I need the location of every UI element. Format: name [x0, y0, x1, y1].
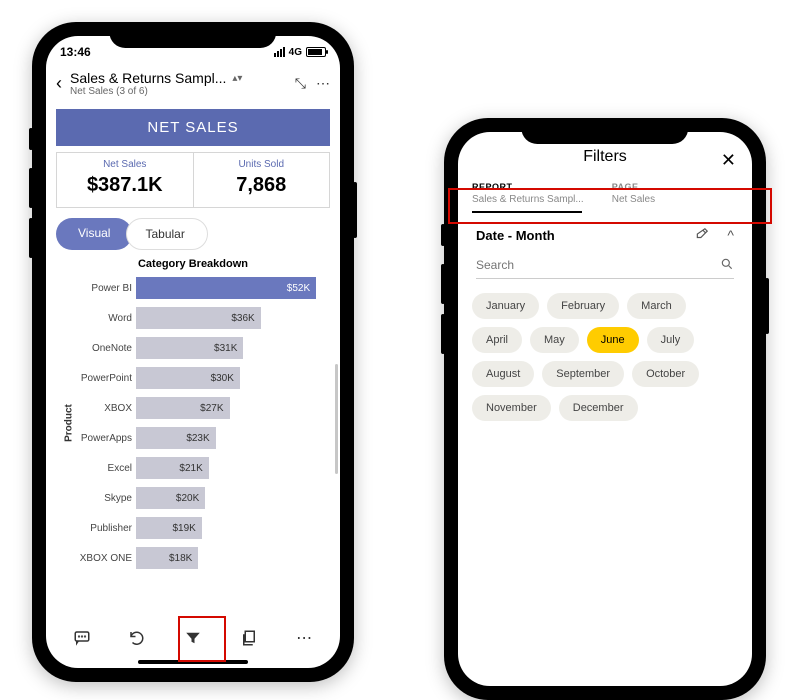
bar-row[interactable]: XBOX ONE $18K — [68, 544, 330, 572]
filter-icon[interactable] — [178, 623, 208, 653]
kpi-panel: Net Sales $387.1K Units Sold 7,868 — [56, 152, 330, 208]
chart-title: Category Breakdown — [46, 258, 340, 270]
bar-category: Power BI — [68, 283, 136, 294]
bar-value: $20K — [176, 493, 199, 504]
toggle-visual[interactable]: Visual — [56, 218, 132, 250]
bottom-toolbar: ⋯ — [46, 616, 340, 660]
app-header: ‹ Sales & Returns Sampl... ▴▾ Net Sales … — [46, 68, 340, 105]
bar-category: Word — [68, 313, 136, 324]
bar-category: PowerApps — [68, 433, 136, 444]
page-subtitle: Net Sales (3 of 6) — [70, 86, 287, 97]
kpi-label: Units Sold — [198, 159, 326, 170]
eraser-icon[interactable] — [695, 227, 709, 244]
bar-row[interactable]: PowerApps $23K — [68, 424, 330, 452]
kpi-net-sales[interactable]: Net Sales $387.1K — [57, 153, 193, 207]
bar-category: XBOX ONE — [68, 553, 136, 564]
bar-value: $36K — [231, 313, 254, 324]
more-icon[interactable]: ⋯ — [316, 75, 330, 92]
bar-value: $30K — [211, 373, 234, 384]
bar-category: PowerPoint — [68, 373, 136, 384]
month-option[interactable]: August — [472, 361, 534, 387]
filter-search[interactable] — [476, 252, 734, 279]
bar-value: $23K — [186, 433, 209, 444]
month-option[interactable]: December — [559, 395, 638, 421]
toggle-tabular[interactable]: Tabular — [126, 218, 207, 250]
kpi-value: 7,868 — [198, 174, 326, 197]
tab-label: PAGE — [612, 182, 655, 192]
month-option[interactable]: October — [632, 361, 699, 387]
net-sales-banner: NET SALES — [56, 109, 330, 146]
tab-value: Net Sales — [612, 194, 655, 205]
home-indicator[interactable] — [138, 660, 248, 664]
bar-row[interactable]: Publisher $19K — [68, 514, 330, 542]
chevron-up-icon[interactable]: ^ — [727, 227, 734, 244]
filters-title: Filters — [583, 148, 627, 166]
status-time: 13:46 — [60, 45, 91, 59]
bar-value: $19K — [172, 523, 195, 534]
tab-page[interactable]: PAGE Net Sales — [612, 182, 655, 205]
close-icon[interactable]: ✕ — [721, 150, 736, 171]
tab-report[interactable]: REPORT Sales & Returns Sampl... — [472, 182, 584, 205]
month-option[interactable]: January — [472, 293, 539, 319]
bar-value: $27K — [200, 403, 223, 414]
bar-row[interactable]: Power BI $52K — [68, 274, 330, 302]
expand-icon[interactable]: ⤡ — [295, 75, 306, 92]
month-option[interactable]: April — [472, 327, 522, 353]
signal-icon — [274, 47, 285, 57]
reset-icon[interactable] — [122, 623, 152, 653]
month-option[interactable]: May — [530, 327, 579, 353]
search-input[interactable] — [476, 252, 720, 278]
bar-value: $52K — [287, 283, 310, 294]
filter-field-header[interactable]: Date - Month ^ — [458, 213, 752, 248]
month-option[interactable]: July — [647, 327, 695, 353]
kpi-value: $387.1K — [61, 174, 189, 197]
bar-value: $21K — [179, 463, 202, 474]
bar-value: $31K — [214, 343, 237, 354]
month-option[interactable]: June — [587, 327, 639, 353]
bar-category: Excel — [68, 463, 136, 474]
y-axis-label: Product — [63, 404, 74, 442]
month-options: January February March April May June July Augu… — [458, 289, 752, 425]
month-option[interactable]: March — [627, 293, 686, 319]
bar-row[interactable]: OneNote $31K — [68, 334, 330, 362]
battery-icon — [306, 47, 326, 57]
overflow-icon[interactable]: ⋯ — [289, 623, 319, 653]
filter-field-name: Date - Month — [476, 228, 555, 243]
month-option[interactable]: September — [542, 361, 624, 387]
bar-row[interactable]: Skype $20K — [68, 484, 330, 512]
bar-row[interactable]: Excel $21K — [68, 454, 330, 482]
bar-category: OneNote — [68, 343, 136, 354]
filter-scope-tabs: REPORT Sales & Returns Sampl... PAGE Net… — [458, 176, 752, 205]
report-title[interactable]: Sales & Returns Sampl... — [70, 70, 226, 86]
bar-category: XBOX — [68, 403, 136, 414]
tab-value: Sales & Returns Sampl... — [472, 194, 584, 205]
month-option[interactable]: February — [547, 293, 619, 319]
bar-category: Skype — [68, 493, 136, 504]
tab-label: REPORT — [472, 182, 584, 192]
kpi-units-sold[interactable]: Units Sold 7,868 — [193, 153, 330, 207]
bar-row[interactable]: Word $36K — [68, 304, 330, 332]
bar-value: $18K — [169, 553, 192, 564]
bar-category: Publisher — [68, 523, 136, 534]
search-icon[interactable] — [720, 257, 734, 274]
bar-row[interactable]: XBOX $27K — [68, 394, 330, 422]
category-chart[interactable]: Product Power BI$52KWord$36KOneNote$31KP… — [68, 274, 330, 572]
kpi-label: Net Sales — [61, 159, 189, 170]
scrollbar[interactable] — [335, 364, 338, 474]
comment-icon[interactable] — [67, 623, 97, 653]
chevron-down-icon[interactable]: ▴▾ — [232, 73, 242, 84]
pages-icon[interactable] — [234, 623, 264, 653]
month-option[interactable]: November — [472, 395, 551, 421]
bar-row[interactable]: PowerPoint $30K — [68, 364, 330, 392]
view-toggle: Visual Tabular — [56, 218, 208, 250]
back-icon[interactable]: ‹ — [56, 73, 62, 94]
network-label: 4G — [289, 47, 302, 58]
